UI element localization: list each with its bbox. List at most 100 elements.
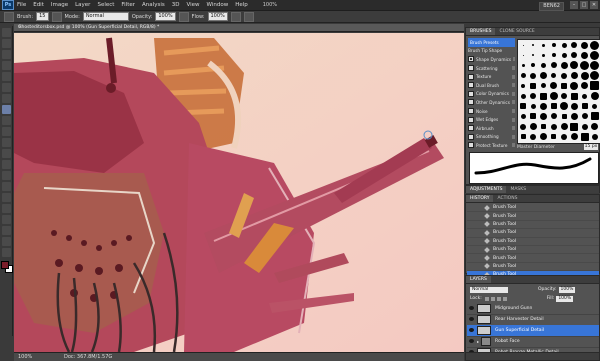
lock-transparency-icon[interactable] bbox=[484, 296, 489, 301]
brush-preset-thumbnail[interactable] bbox=[580, 40, 590, 50]
shape-dynamics-item[interactable]: Shape Dynamics bbox=[468, 55, 515, 64]
brush-preset-thumbnail[interactable] bbox=[580, 101, 590, 111]
brush-preset-thumbnail[interactable] bbox=[549, 60, 559, 70]
crop-tool-icon[interactable] bbox=[2, 72, 11, 81]
menu-select[interactable]: Select bbox=[97, 2, 114, 8]
brush-preset-thumbnail[interactable] bbox=[549, 101, 559, 111]
brush-preset-thumbnail[interactable] bbox=[590, 40, 600, 50]
brush-preset-thumbnail[interactable] bbox=[580, 60, 590, 70]
brush-preset-thumbnail[interactable] bbox=[580, 132, 590, 142]
brush-preset-thumbnail[interactable] bbox=[559, 40, 569, 50]
menu-view[interactable]: View bbox=[186, 2, 199, 8]
shape-tool-icon[interactable] bbox=[2, 215, 11, 224]
color-dynamics-checkbox[interactable] bbox=[468, 90, 474, 97]
wet-edges-item[interactable]: Wet Edges bbox=[468, 115, 515, 124]
menu-help[interactable]: Help bbox=[235, 2, 248, 8]
brush-preset-thumbnail[interactable] bbox=[580, 91, 590, 101]
3d-rotate-tool-icon[interactable] bbox=[2, 226, 11, 235]
brush-preset-thumbnail[interactable] bbox=[539, 81, 549, 91]
brush-preset-thumbnail[interactable] bbox=[580, 111, 590, 121]
tab-brushes[interactable]: BRUSHES bbox=[466, 28, 496, 35]
minimize-icon[interactable]: – bbox=[570, 1, 578, 9]
layer-opacity-input[interactable]: 100% bbox=[558, 286, 576, 293]
blend-mode-select[interactable]: Normal bbox=[470, 286, 508, 293]
brush-preset-thumbnail[interactable] bbox=[518, 81, 528, 91]
history-item[interactable]: Brush Tool bbox=[467, 254, 599, 263]
lock-icon[interactable] bbox=[512, 117, 515, 122]
visibility-eye-icon[interactable] bbox=[469, 339, 474, 344]
brush-preset-thumbnail[interactable] bbox=[528, 71, 538, 81]
brush-preset-thumbnail[interactable] bbox=[518, 40, 528, 50]
lock-all-icon[interactable] bbox=[502, 296, 507, 301]
texture-checkbox[interactable] bbox=[468, 73, 474, 80]
brush-tool-icon[interactable] bbox=[2, 105, 11, 114]
lock-icon[interactable] bbox=[512, 109, 515, 114]
foreground-color-swatch[interactable] bbox=[1, 261, 9, 269]
lock-icon[interactable] bbox=[512, 74, 515, 79]
brush-preset-thumbnail[interactable] bbox=[569, 91, 579, 101]
airbrush-icon[interactable] bbox=[230, 11, 241, 22]
master-diameter-input[interactable]: 15 px bbox=[584, 144, 598, 150]
pen-tool-icon[interactable] bbox=[2, 182, 11, 191]
brush-preset-thumbnail[interactable] bbox=[569, 122, 579, 132]
brush-preset-thumbnail[interactable] bbox=[559, 81, 569, 91]
type-tool-icon[interactable] bbox=[2, 193, 11, 202]
menu-file[interactable]: File bbox=[17, 2, 26, 8]
brush-preset-thumbnail[interactable] bbox=[559, 132, 569, 142]
brush-preset-thumbnail[interactable] bbox=[580, 122, 590, 132]
brush-preset-thumbnail[interactable] bbox=[590, 71, 600, 81]
history-item[interactable]: Brush Tool bbox=[467, 221, 599, 230]
wet-edges-checkbox[interactable] bbox=[468, 116, 474, 123]
history-item[interactable]: Brush Tool bbox=[467, 212, 599, 221]
disclosure-triangle-icon[interactable]: ▸ bbox=[477, 339, 479, 344]
brush-preset-thumbnail[interactable] bbox=[559, 71, 569, 81]
brush-preset-thumbnail[interactable] bbox=[518, 60, 528, 70]
layer-item[interactable]: Rear Harvester Detail bbox=[467, 314, 599, 326]
brush-preset-thumbnail[interactable] bbox=[518, 91, 528, 101]
flow-input[interactable]: 100% bbox=[207, 12, 228, 21]
brush-preset-thumbnail[interactable] bbox=[528, 111, 538, 121]
eyedropper-tool-icon[interactable] bbox=[2, 83, 11, 92]
history-item[interactable]: Brush Tool bbox=[467, 238, 599, 246]
brush-preset-thumbnail[interactable] bbox=[559, 60, 569, 70]
magic-wand-tool-icon[interactable] bbox=[2, 61, 11, 70]
brush-preset-thumbnail[interactable] bbox=[539, 111, 549, 121]
lock-icon[interactable] bbox=[512, 134, 515, 139]
brush-preset-thumbnail[interactable] bbox=[569, 101, 579, 111]
lock-icon[interactable] bbox=[512, 143, 515, 148]
tablet-pressure-size-icon[interactable] bbox=[243, 11, 254, 22]
brush-preset-thumbnail[interactable] bbox=[539, 101, 549, 111]
color-dynamics-item[interactable]: Color Dynamics bbox=[468, 90, 515, 99]
shape-dynamics-checkbox[interactable] bbox=[468, 56, 474, 63]
menu-3d[interactable]: 3D bbox=[172, 2, 180, 8]
brush-preset-thumbnail[interactable] bbox=[539, 71, 549, 81]
brush-preset-thumbnail[interactable] bbox=[569, 71, 579, 81]
menu-edit[interactable]: Edit bbox=[33, 2, 44, 8]
zoom-level-select[interactable]: 100% bbox=[263, 2, 277, 8]
fill-input[interactable]: 100% bbox=[556, 295, 574, 302]
smoothing-item[interactable]: Smoothing bbox=[468, 133, 515, 142]
brush-preset-thumbnail[interactable] bbox=[549, 111, 559, 121]
dual-brush-item[interactable]: Dual Brush bbox=[468, 81, 515, 90]
lock-position-icon[interactable] bbox=[496, 296, 501, 301]
eraser-tool-icon[interactable] bbox=[2, 138, 11, 147]
brush-preset-thumbnail[interactable] bbox=[528, 50, 538, 60]
airbrush-item[interactable]: Airbrush bbox=[468, 124, 515, 133]
layer-item-selected[interactable]: Gun Superficial Detail bbox=[467, 325, 599, 337]
history-item[interactable]: Brush Tool bbox=[467, 246, 599, 255]
brush-preset-thumbnail[interactable] bbox=[569, 60, 579, 70]
noise-checkbox[interactable] bbox=[468, 108, 474, 115]
close-document-icon[interactable]: × bbox=[18, 24, 462, 30]
brush-preset-thumbnail[interactable] bbox=[590, 132, 600, 142]
brush-preset-thumbnail[interactable] bbox=[590, 101, 600, 111]
brush-preset-thumbnail[interactable] bbox=[518, 101, 528, 111]
lock-icon[interactable] bbox=[512, 66, 515, 71]
brush-preset-thumbnail[interactable] bbox=[590, 81, 600, 91]
visibility-eye-icon[interactable] bbox=[469, 306, 474, 311]
brush-preset-thumbnail[interactable] bbox=[518, 71, 528, 81]
tab-actions[interactable]: ACTIONS bbox=[493, 195, 521, 202]
texture-item[interactable]: Texture bbox=[468, 72, 515, 81]
brush-preset-thumbnail[interactable] bbox=[569, 40, 579, 50]
brush-preset-thumbnail[interactable] bbox=[549, 71, 559, 81]
brush-preset-thumbnail[interactable] bbox=[580, 71, 590, 81]
